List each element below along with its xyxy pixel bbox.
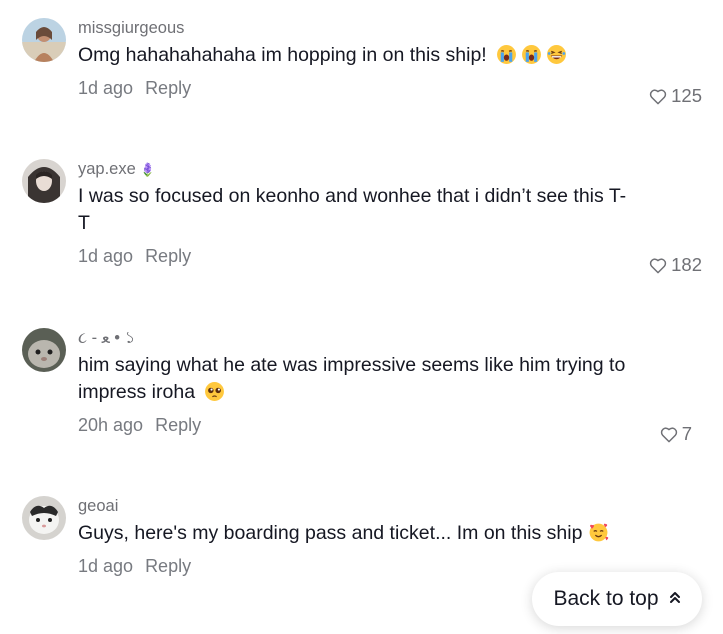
comment-username[interactable]: missgiurgeous — [78, 18, 712, 38]
heart-icon — [660, 426, 677, 442]
crying-face-icon — [522, 45, 542, 64]
comment-text-content: Omg hahahahahaha im hopping in on this s… — [78, 44, 487, 66]
like-count: 182 — [671, 254, 702, 275]
comment-time: 20h ago — [78, 415, 144, 435]
avatar[interactable] — [22, 159, 66, 203]
laughing-face-icon — [547, 45, 567, 64]
like-button[interactable]: 182 — [649, 254, 702, 276]
comment-username-text: yap.exe — [78, 160, 136, 178]
comment-username[interactable]: yap.exe 🪻 — [78, 159, 712, 179]
comment-time: 1d ago — [78, 556, 134, 576]
reply-button[interactable]: Reply — [145, 556, 191, 576]
back-to-top-button[interactable]: Back to top — [532, 572, 702, 626]
comment-time: 1d ago — [78, 78, 134, 98]
comment-text: Omg hahahahahaha im hopping in on this s… — [78, 42, 638, 69]
comment-meta: 1d ago Reply — [78, 245, 712, 267]
like-button[interactable]: 125 — [649, 85, 702, 107]
comment-username[interactable]: ૮ - ﻌ • ১ — [78, 328, 712, 348]
reply-button[interactable]: Reply — [145, 246, 191, 266]
like-count: 7 — [681, 423, 692, 444]
crying-face-icon — [497, 45, 517, 64]
comment-text: him saying what he ate was impressive se… — [78, 352, 638, 406]
comment-time: 1d ago — [78, 246, 134, 266]
comment-meta: 20h ago Reply — [78, 414, 712, 436]
comment-text-content: him saying what he ate was impressive se… — [78, 354, 626, 403]
like-count: 125 — [671, 85, 702, 106]
reply-button[interactable]: Reply — [155, 415, 201, 435]
pleading-face-icon — [205, 382, 225, 401]
heart-icon — [649, 257, 667, 273]
comment-text-content: Guys, here's my boarding pass and ticket… — [78, 522, 583, 544]
reply-button[interactable]: Reply — [145, 78, 191, 98]
smiling-face-with-hearts-icon — [589, 523, 609, 542]
avatar[interactable] — [22, 18, 66, 62]
back-to-top-label: Back to top — [553, 587, 659, 610]
comment-username[interactable]: geoai — [78, 496, 712, 516]
avatar[interactable] — [22, 496, 66, 540]
double-chevron-up-icon — [669, 587, 681, 611]
comment-text: Guys, here's my boarding pass and ticket… — [78, 520, 638, 547]
username-decoration: 🪻 — [139, 162, 157, 177]
avatar[interactable] — [22, 328, 66, 372]
heart-icon — [649, 88, 667, 104]
comment-text: I was so focused on keonho and wonhee th… — [78, 185, 627, 234]
like-button[interactable]: 7 — [660, 423, 692, 445]
comment-meta: 1d ago Reply — [78, 77, 712, 99]
